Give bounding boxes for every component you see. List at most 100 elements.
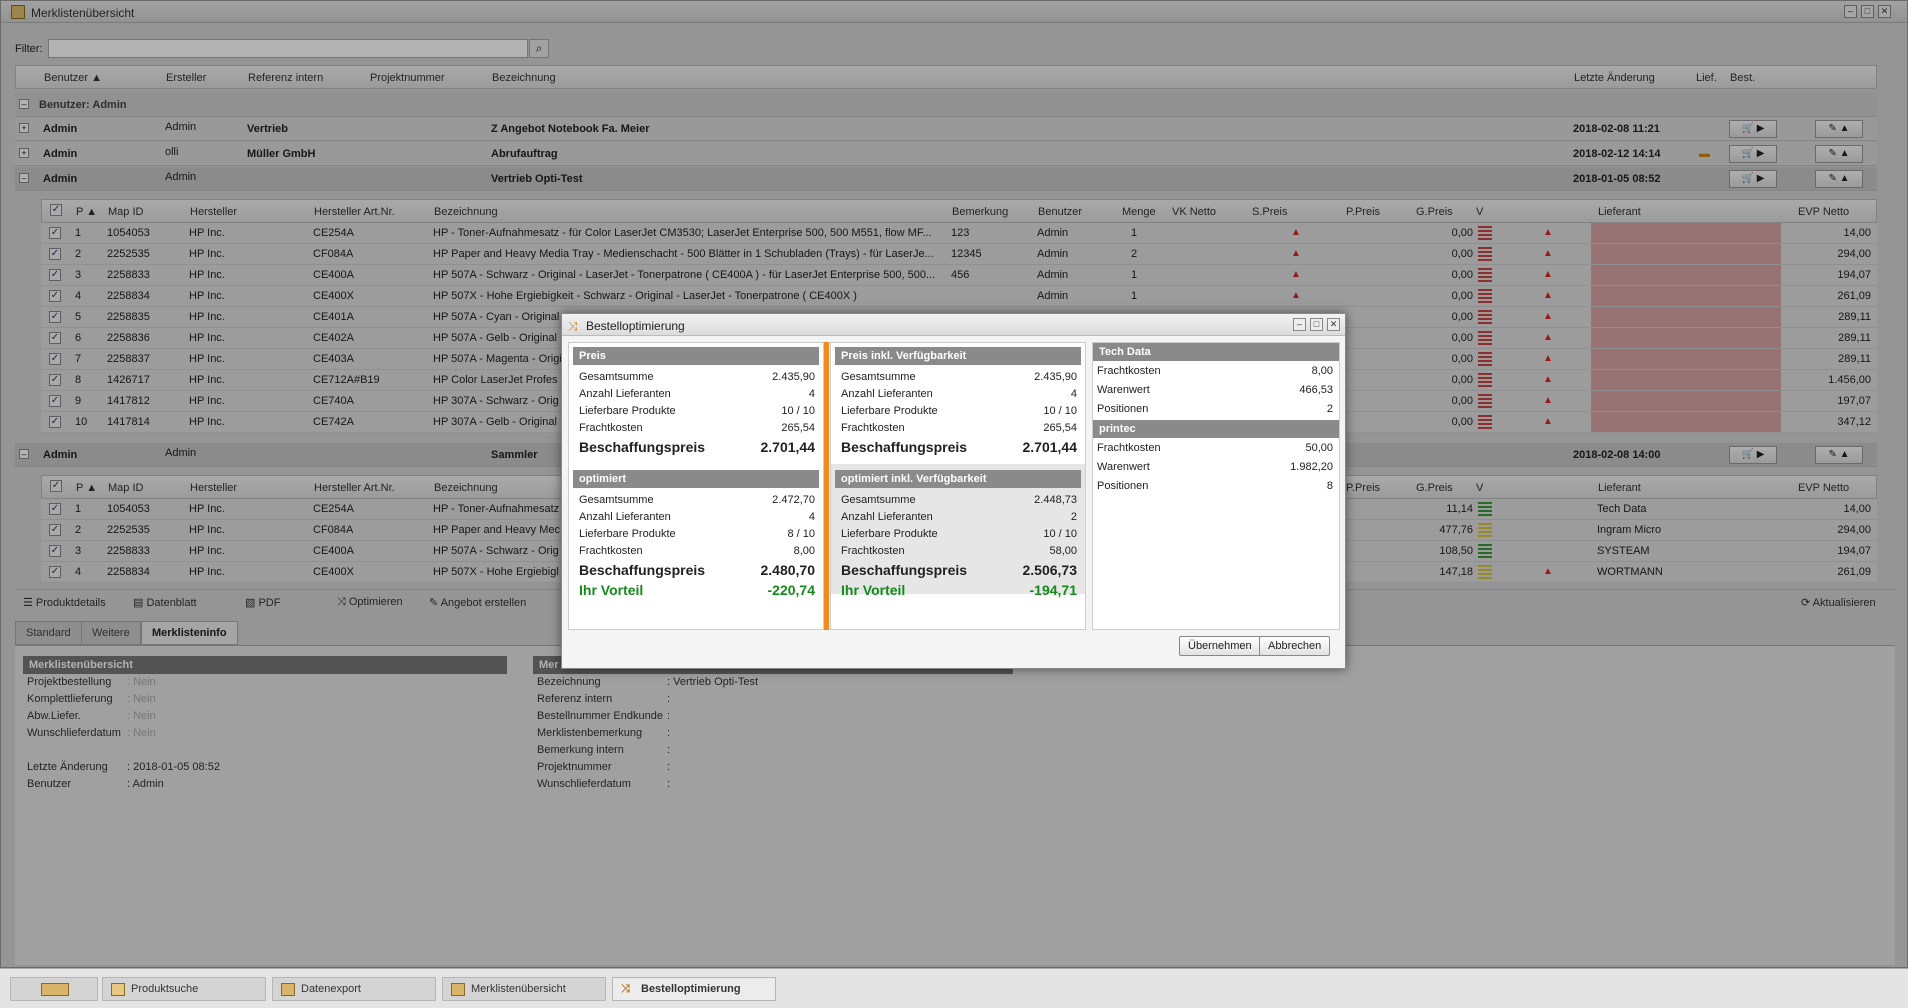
total-key: Beschaffungspreis (841, 562, 968, 578)
line-value: 8 / 10 (787, 528, 815, 540)
optimiert-line: Anzahl Lieferanten 4 (579, 511, 815, 525)
supplier-card: Tech Data Frachtkosten 8,00 Warenwert 466,53… (1092, 342, 1340, 630)
line-key: Anzahl Lieferanten (579, 388, 671, 400)
shuffle-icon: ⤨ (621, 983, 630, 995)
line-value: 265,54 (1043, 422, 1077, 434)
line-key: Warenwert (1097, 461, 1150, 473)
line-value: 4 (808, 511, 815, 523)
optimiert_v-title: optimiert inkl. Verfügbarkeit (835, 470, 1081, 488)
line-key: Lieferbare Produkte (579, 528, 676, 540)
maximize-icon[interactable]: □ (1310, 318, 1323, 331)
taskbar-merklistenuebersicht[interactable]: Merklistenübersicht (442, 977, 606, 1001)
line-key: Frachtkosten (841, 545, 905, 557)
preis-title: Preis (573, 347, 819, 365)
taskbar-produktsuche[interactable]: Produktsuche (102, 977, 266, 1001)
preis_v-line: Lieferbare Produkte 10 / 10 (841, 405, 1077, 419)
taskbar-datenexport[interactable]: Datenexport (272, 977, 436, 1001)
line-key: Anzahl Lieferanten (579, 511, 671, 523)
bestelloptimierung-dialog: ⤨ Bestelloptimierung – □ ✕ Preis Gesamtsu… (561, 313, 1346, 669)
taskbar-bestelloptimierung[interactable]: ⤨ Bestelloptimierung (612, 977, 776, 1001)
export-icon (281, 983, 295, 996)
preis_v-title: Preis inkl. Verfügbarkeit (835, 347, 1081, 365)
line-key: Frachtkosten (841, 422, 905, 434)
optimiert-vorteil: Ihr Vorteil -220,74 (579, 582, 815, 600)
total-value: 2.506,73 (1022, 562, 1078, 578)
line-key: Frachtkosten (1097, 365, 1161, 377)
line-value: 4 (1070, 388, 1077, 400)
close-icon[interactable]: ✕ (1327, 318, 1340, 331)
optimiert_v-line: Anzahl Lieferanten 2 (841, 511, 1077, 525)
folder-icon (41, 983, 69, 996)
line-value: 4 (808, 388, 815, 400)
dialog-title: Bestelloptimierung (586, 319, 685, 333)
line-key: Positionen (1097, 403, 1149, 415)
preis-card: Preis Gesamtsumme 2.435,90 Anzahl Lieferant… (568, 342, 824, 630)
optimiert-line: Lieferbare Produkte 8 / 10 (579, 528, 815, 542)
vorteil-key: Ihr Vorteil (579, 582, 644, 598)
preis-line: Frachtkosten 265,54 (579, 422, 815, 436)
preis-total: Beschaffungspreis 2.701,44 (579, 439, 815, 457)
optimiert-title: optimiert (573, 470, 819, 488)
line-value: 8 (1326, 480, 1333, 492)
optimiert-line: Gesamtsumme 2.472,70 (579, 494, 815, 508)
preis-line: Anzahl Lieferanten 4 (579, 388, 815, 402)
line-key: Positionen (1097, 480, 1149, 492)
preis_v-line: Frachtkosten 265,54 (841, 422, 1077, 436)
vorteil-value: -220,74 (767, 582, 815, 598)
vorteil-value: -194,71 (1029, 582, 1077, 598)
verfuegbarkeit-card: Preis inkl. Verfügbarkeit Gesamtsumme 2.43… (830, 342, 1086, 630)
preis-line: Gesamtsumme 2.435,90 (579, 371, 815, 385)
line-value: 50,00 (1305, 442, 1333, 454)
line-key: Frachtkosten (1097, 442, 1161, 454)
line-value: 10 / 10 (1043, 405, 1077, 417)
line-value: 8,00 (793, 545, 815, 557)
line-key: Lieferbare Produkte (841, 528, 938, 540)
line-key: Lieferbare Produkte (579, 405, 676, 417)
line-value: 10 / 10 (781, 405, 815, 417)
orange-divider (824, 342, 829, 630)
shuffle-icon: ⤨ (568, 319, 578, 333)
abbrechen-button[interactable]: Abbrechen (1259, 636, 1331, 656)
line-key: Gesamtsumme (841, 494, 916, 506)
search-icon (111, 983, 125, 996)
line-key: Frachtkosten (579, 422, 643, 434)
line-value: 2.435,90 (1034, 371, 1077, 383)
total-key: Beschaffungspreis (579, 439, 706, 455)
line-key: Anzahl Lieferanten (841, 511, 933, 523)
dialog-titlebar: ⤨ Bestelloptimierung – □ ✕ (562, 314, 1345, 336)
line-key: Gesamtsumme (579, 371, 654, 383)
optimiert_v-line: Frachtkosten 58,00 (841, 545, 1077, 559)
preis_v-total: Beschaffungspreis 2.701,44 (841, 439, 1077, 457)
minimize-icon[interactable]: – (1293, 318, 1306, 331)
taskbar: Produktsuche Datenexport Merklistenübers… (0, 968, 1908, 1008)
uebernehmen-button[interactable]: Übernehmen (1179, 636, 1261, 656)
optimiert-total: Beschaffungspreis 2.480,70 (579, 562, 815, 580)
total-key: Beschaffungspreis (841, 439, 968, 455)
line-value: 2.472,70 (772, 494, 815, 506)
notepad-icon (451, 983, 465, 996)
supplier-line: Positionen 2 (1097, 403, 1333, 417)
line-key: Gesamtsumme (841, 371, 916, 383)
line-value: 265,54 (781, 422, 815, 434)
line-value: 1.982,20 (1290, 461, 1333, 473)
taskbar-folder[interactable] (10, 977, 98, 1001)
line-key: Lieferbare Produkte (841, 405, 938, 417)
line-value: 2.435,90 (772, 371, 815, 383)
supplier-title: Tech Data (1093, 343, 1339, 361)
line-key: Anzahl Lieferanten (841, 388, 933, 400)
line-value: 466,53 (1299, 384, 1333, 396)
optimiert-line: Frachtkosten 8,00 (579, 545, 815, 559)
optimiert_v-line: Gesamtsumme 2.448,73 (841, 494, 1077, 508)
line-value: 58,00 (1049, 545, 1077, 557)
supplier-line: Warenwert 1.982,20 (1097, 461, 1333, 475)
optimiert_v-line: Lieferbare Produkte 10 / 10 (841, 528, 1077, 542)
preis_v-line: Anzahl Lieferanten 4 (841, 388, 1077, 402)
line-key: Gesamtsumme (579, 494, 654, 506)
line-value: 10 / 10 (1043, 528, 1077, 540)
line-value: 2 (1070, 511, 1077, 523)
vorteil-key: Ihr Vorteil (841, 582, 906, 598)
line-key: Frachtkosten (579, 545, 643, 557)
preis_v-line: Gesamtsumme 2.435,90 (841, 371, 1077, 385)
total-value: 2.701,44 (1022, 439, 1078, 455)
supplier-line: Frachtkosten 8,00 (1097, 365, 1333, 379)
